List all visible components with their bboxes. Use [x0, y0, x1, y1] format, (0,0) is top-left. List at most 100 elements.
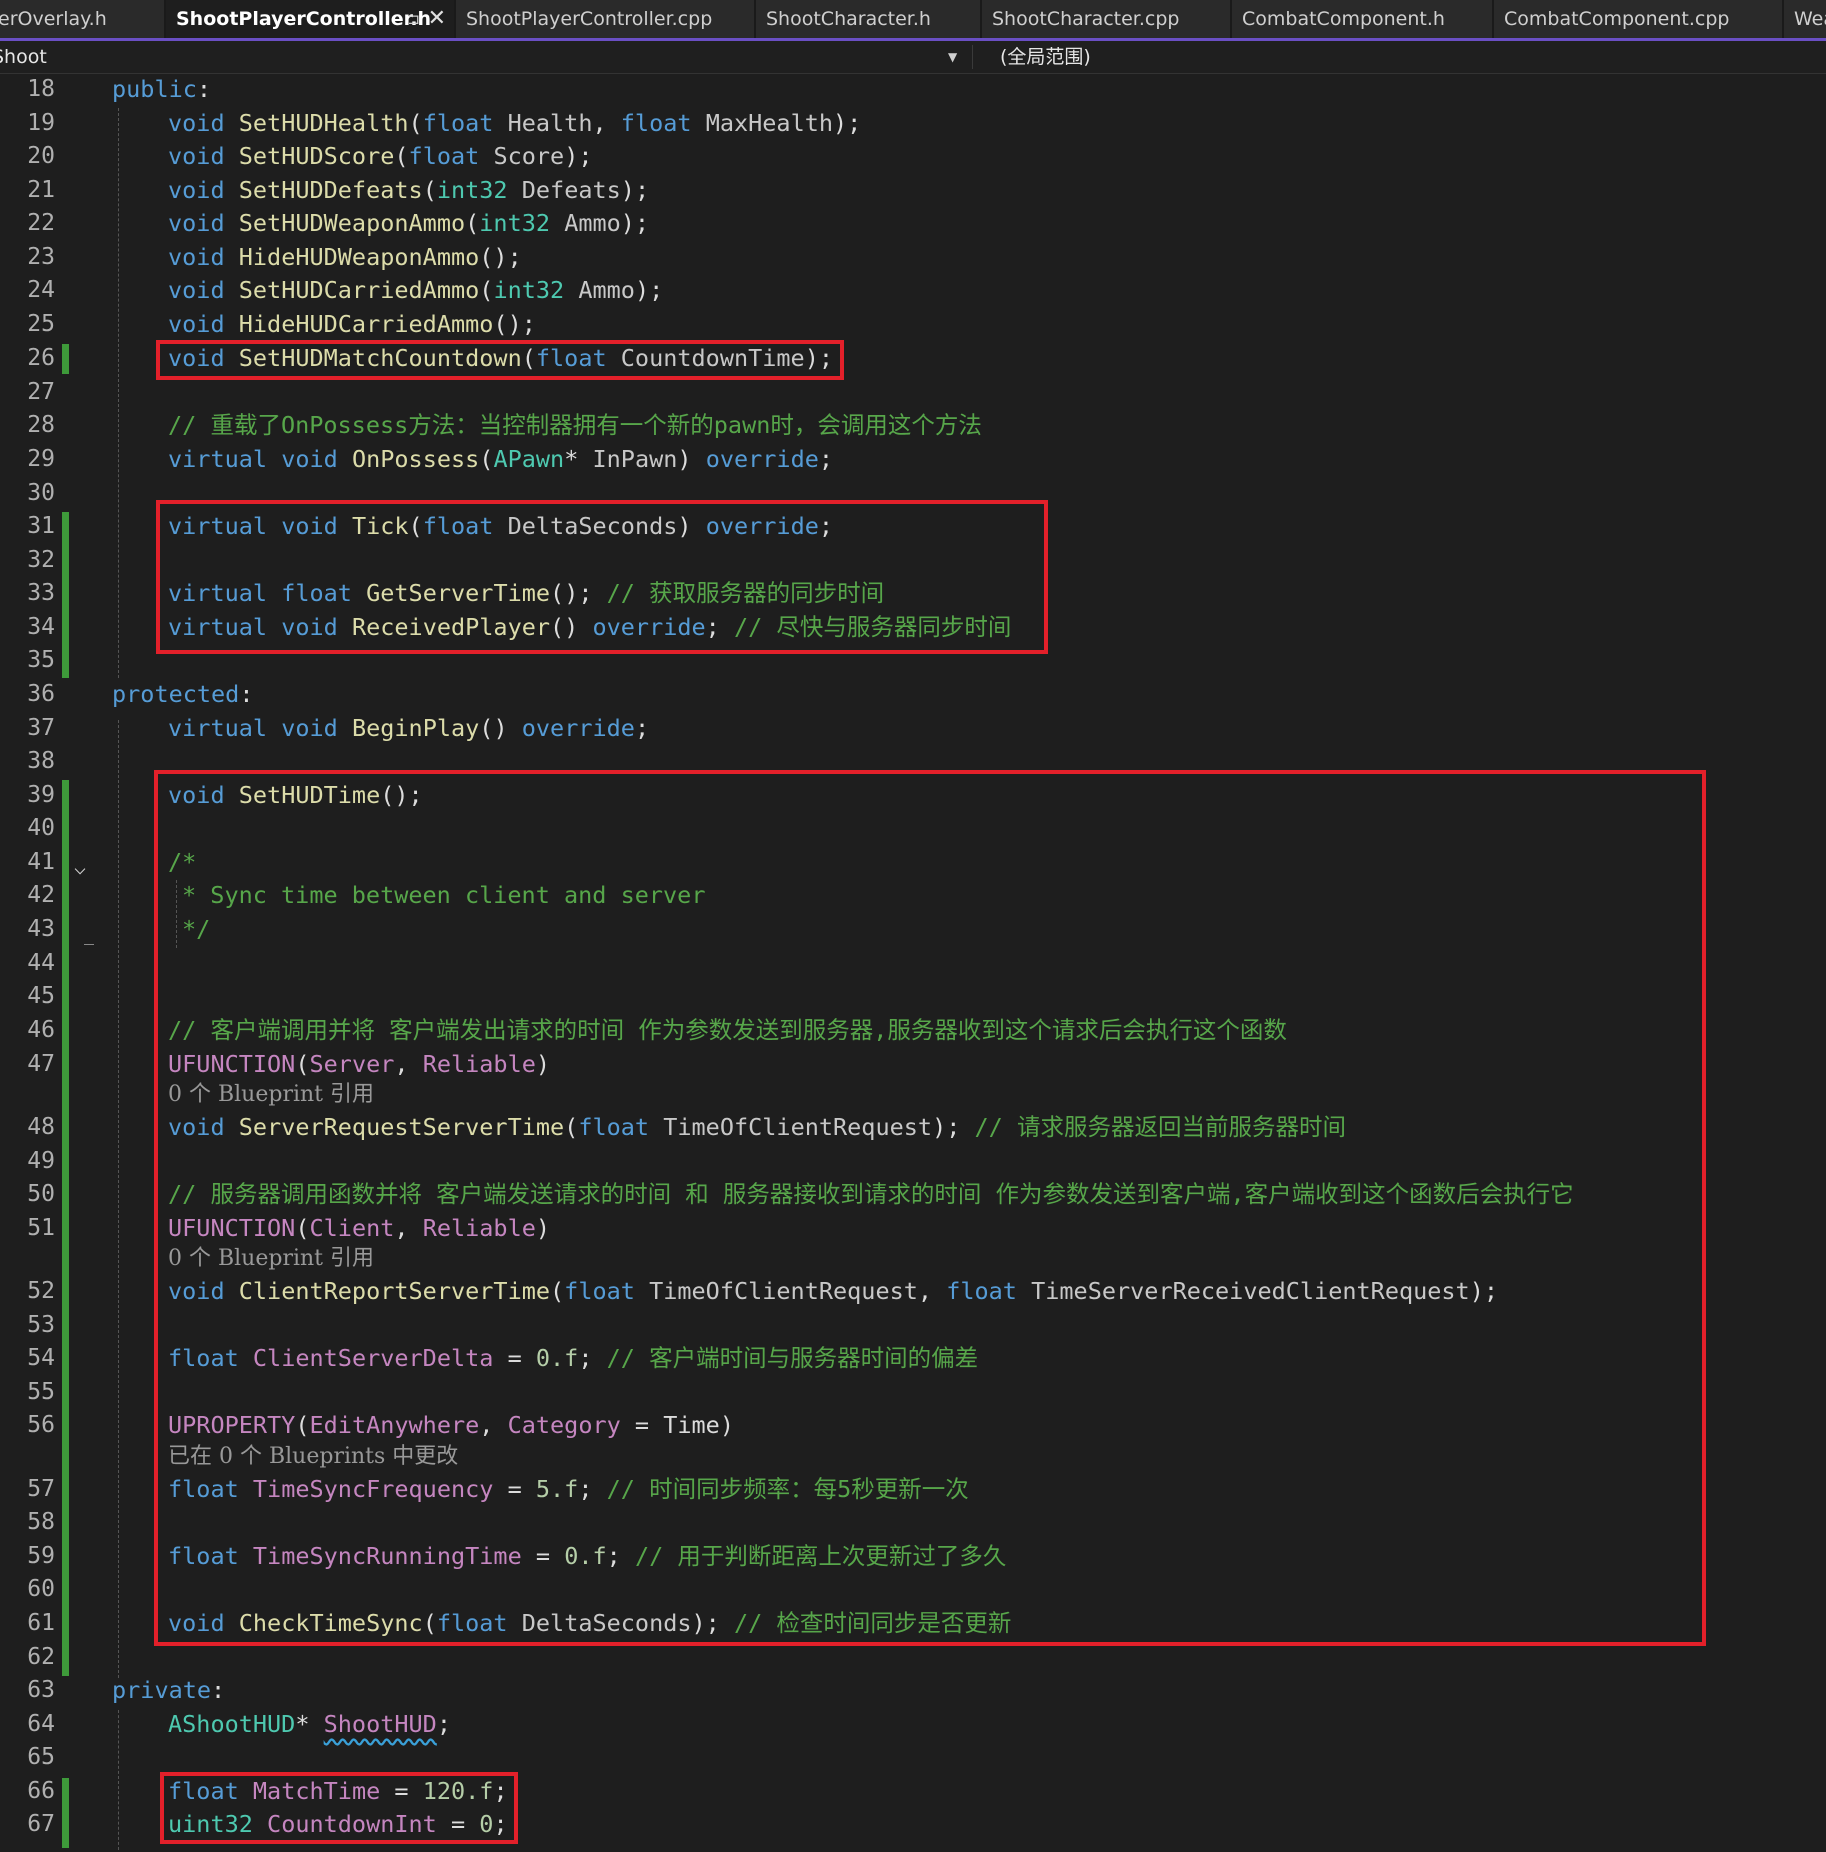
line-number: 55: [27, 1379, 55, 1405]
comment: // 重载了OnPossess方法：当控制器拥有一个新的pawn时，会调用这个方…: [168, 411, 982, 439]
line-number: 35: [27, 647, 55, 673]
line-number: 50: [27, 1181, 55, 1207]
line-number: 36: [27, 681, 55, 707]
param: MaxHealth: [705, 109, 834, 137]
code-line-28: // 重载了OnPossess方法：当控制器拥有一个新的pawn时，会调用这个方…: [168, 408, 982, 442]
code-line-63: private:: [112, 1676, 226, 1704]
code-line-64: AShootHUD* ShootHUD;: [168, 1710, 451, 1738]
code-line-25: void HideHUDCarriedAmmo();: [168, 310, 536, 338]
function-name: SetHUDDefeats: [238, 176, 423, 204]
close-icon[interactable]: ✕: [428, 0, 446, 38]
highlight-box: [156, 500, 1048, 654]
tab-weapon[interactable]: Wea: [1784, 0, 1826, 38]
line-number: 46: [27, 1017, 55, 1043]
scope-dropdown[interactable]: (全局范围): [1000, 41, 1091, 73]
line-number: 39: [27, 782, 55, 808]
punct: :: [196, 75, 212, 103]
tab-shootplayercontroller-h[interactable]: ShootPlayerController.h ⊐ ✕: [166, 0, 456, 38]
param: Score: [493, 142, 565, 170]
param: Health: [507, 109, 593, 137]
highlight-box: [160, 1772, 518, 1844]
fold-chevron-icon[interactable]: ⌵: [74, 855, 86, 879]
project-dropdown[interactable]: Shoot: [0, 41, 47, 73]
keyword: void: [168, 142, 225, 170]
keyword: override: [705, 445, 819, 473]
tab-label: ShootCharacter.h: [766, 8, 931, 30]
tab-shootcharacter-h[interactable]: ShootCharacter.h: [756, 0, 982, 38]
line-number: 59: [27, 1543, 55, 1569]
change-indicator: [62, 344, 69, 374]
divider: [972, 45, 973, 69]
access-specifier: private: [112, 1676, 212, 1704]
line-number: 49: [27, 1148, 55, 1174]
line-number: 23: [27, 244, 55, 270]
type: int32: [436, 176, 508, 204]
line-number: 43: [27, 916, 55, 942]
chevron-down-icon[interactable]: ▼: [948, 41, 957, 73]
function-name: HideHUDCarriedAmmo: [238, 310, 494, 338]
keyword: float: [422, 109, 494, 137]
code-line-19: void SetHUDHealth(float Health, float Ma…: [168, 109, 862, 137]
type: int32: [479, 209, 551, 237]
keyword: void: [281, 445, 338, 473]
pin-icon[interactable]: ⊐: [407, 0, 420, 38]
line-number: 31: [27, 513, 55, 539]
keyword: void: [168, 109, 225, 137]
line-number: 38: [27, 748, 55, 774]
code-line-23: void HideHUDWeaponAmmo();: [168, 243, 522, 271]
line-number: 45: [27, 983, 55, 1009]
line-number: 33: [27, 580, 55, 606]
indent-guide: [118, 720, 119, 1678]
line-number: 48: [27, 1114, 55, 1140]
function-name: HideHUDWeaponAmmo: [238, 243, 480, 271]
line-number: 54: [27, 1345, 55, 1371]
code-line-18: public:: [112, 72, 211, 106]
code-line-29: virtual void OnPossess(APawn* InPawn) ov…: [168, 445, 834, 473]
line-number: 41: [27, 849, 55, 875]
tab-overlay-h[interactable]: erOverlay.h: [0, 0, 166, 38]
line-number: 52: [27, 1278, 55, 1304]
access-specifier: protected: [112, 680, 240, 708]
change-indicator: [62, 1778, 69, 1848]
tab-combatcomponent-h[interactable]: CombatComponent.h: [1232, 0, 1494, 38]
keyword: void: [168, 243, 225, 271]
keyword: void: [168, 176, 225, 204]
line-number: 65: [27, 1744, 55, 1770]
tab-shootcharacter-cpp[interactable]: ShootCharacter.cpp: [982, 0, 1232, 38]
param: InPawn: [592, 445, 678, 473]
line-number: 28: [27, 412, 55, 438]
keyword: virtual: [168, 445, 268, 473]
line-number: 56: [27, 1412, 55, 1438]
function-name: SetHUDScore: [238, 142, 395, 170]
line-number: 40: [27, 815, 55, 841]
editor-tab-bar: erOverlay.h ShootPlayerController.h ⊐ ✕ …: [0, 0, 1826, 41]
tab-label: CombatComponent.cpp: [1504, 8, 1730, 30]
line-number: 63: [27, 1677, 55, 1703]
line-number: 27: [27, 379, 55, 405]
tab-shootplayercontroller-cpp[interactable]: ShootPlayerController.cpp: [456, 0, 756, 38]
code-line-36: protected:: [112, 680, 254, 708]
fold-end-marker: [84, 944, 94, 945]
keyword: float: [620, 109, 692, 137]
type: int32: [493, 276, 565, 304]
line-number: 21: [27, 177, 55, 203]
line-number: 64: [27, 1711, 55, 1737]
line-number: 25: [27, 311, 55, 337]
keyword: override: [521, 714, 635, 742]
line-number: 42: [27, 882, 55, 908]
line-number: 58: [27, 1509, 55, 1535]
line-number: 66: [27, 1778, 55, 1804]
line-number: 60: [27, 1576, 55, 1602]
line-number: 20: [27, 143, 55, 169]
line-number: 19: [27, 110, 55, 136]
navigation-bar: Shoot ▼ (全局范围): [0, 41, 1826, 74]
function-name: SetHUDCarriedAmmo: [238, 276, 480, 304]
line-number: 37: [27, 715, 55, 741]
tab-combatcomponent-cpp[interactable]: CombatComponent.cpp: [1494, 0, 1784, 38]
line-number: 53: [27, 1312, 55, 1338]
function-name: SetHUDHealth: [238, 109, 409, 137]
tab-label: ShootPlayerController.cpp: [466, 8, 713, 30]
line-number: 34: [27, 614, 55, 640]
line-number: 61: [27, 1610, 55, 1636]
change-indicator: [62, 780, 69, 1676]
